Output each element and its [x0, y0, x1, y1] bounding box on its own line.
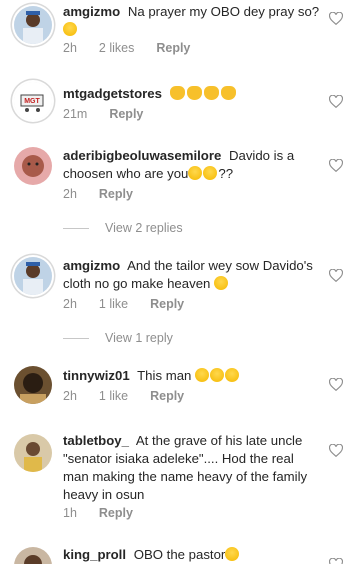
avatar[interactable] [14, 547, 52, 564]
reply-button[interactable]: Reply [99, 187, 133, 201]
reply-button[interactable]: Reply [109, 107, 143, 121]
comment-meta: 1h Reply [63, 506, 155, 520]
comment-username[interactable]: tinnywiz01 [63, 368, 130, 383]
clapping-emoji-icon [203, 86, 219, 100]
reply-button[interactable]: Reply [156, 41, 190, 55]
avatar[interactable] [14, 434, 52, 472]
divider-line [63, 337, 89, 339]
heart-icon[interactable] [329, 558, 343, 564]
comment-username[interactable]: amgizmo [63, 258, 120, 273]
svg-text:MGT: MGT [24, 98, 40, 105]
heart-icon[interactable] [329, 12, 343, 25]
comment-time: 2h [63, 297, 77, 311]
avatar[interactable] [14, 6, 52, 44]
comment-meta: 2h 2 likes Reply [63, 41, 212, 55]
comment-body: amgizmo And the tailor wey sow Davido's … [63, 257, 323, 293]
heart-icon[interactable] [329, 269, 343, 282]
avatar[interactable] [14, 147, 52, 185]
comment-body: tinnywiz01 This man [63, 367, 323, 385]
laughing-emoji-icon [195, 368, 210, 382]
comment-meta: 21m Reply [63, 107, 165, 121]
comment-likes[interactable]: 1 like [99, 297, 128, 311]
avatar[interactable] [14, 257, 52, 295]
laughing-emoji-icon [225, 547, 240, 561]
reply-button[interactable]: Reply [99, 506, 133, 520]
comment-text: OBO the pastor [133, 547, 226, 562]
comment-time: 21m [63, 107, 88, 121]
avatar[interactable]: MGT [14, 82, 52, 120]
avatar[interactable] [14, 366, 52, 404]
comment-meta: 2h Reply [63, 187, 155, 201]
comment-meta: 2h 1 like Reply [63, 389, 206, 403]
reply-button[interactable]: Reply [150, 389, 184, 403]
laughing-emoji-icon [214, 276, 229, 290]
comment-body: amgizmo Na prayer my OBO dey pray so? [63, 3, 323, 39]
comment-body: mtgadgetstores [63, 85, 323, 103]
laughing-emoji-icon [210, 368, 225, 382]
comment-meta: 2h 1 like Reply [63, 297, 206, 311]
comment-body: king_proll OBO the pastor [63, 546, 323, 564]
heart-icon[interactable] [329, 378, 343, 391]
comment-time: 2h [63, 389, 77, 403]
comment-time: 2h [63, 187, 77, 201]
laughing-emoji-icon [203, 166, 218, 180]
comment-text: Na prayer my OBO dey pray so? [127, 4, 320, 19]
laughing-emoji-icon [63, 22, 77, 36]
view-replies-label[interactable]: View 2 replies [105, 221, 183, 235]
heart-icon[interactable] [329, 444, 343, 457]
comment-body: aderibigbeoluwasemilore Davido is a choo… [63, 148, 295, 181]
comment-time: 2h [63, 41, 77, 55]
comment-body: tabletboy_ At the grave of his late uncl… [63, 432, 323, 504]
view-replies-button[interactable]: View 2 replies [63, 221, 183, 235]
comment-likes[interactable]: 2 likes [99, 41, 134, 55]
clapping-emoji-icon [169, 86, 185, 100]
comment-username[interactable]: king_proll [63, 547, 126, 562]
comment-username[interactable]: mtgadgetstores [63, 86, 162, 101]
comment-time: 1h [63, 506, 77, 520]
clapping-emoji-icon [220, 86, 236, 100]
laughing-emoji-icon [188, 166, 203, 180]
divider-line [63, 227, 89, 229]
comment-username[interactable]: aderibigbeoluwasemilore [63, 148, 221, 163]
heart-icon[interactable] [329, 159, 343, 172]
comment-username[interactable]: tabletboy_ [63, 433, 129, 448]
heart-icon[interactable] [329, 95, 343, 108]
view-replies-button[interactable]: View 1 reply [63, 331, 173, 345]
comment-likes[interactable]: 1 like [99, 389, 128, 403]
reply-button[interactable]: Reply [150, 297, 184, 311]
comment-username[interactable]: amgizmo [63, 4, 120, 19]
comment-text: This man [137, 368, 192, 383]
view-replies-label[interactable]: View 1 reply [105, 331, 173, 345]
laughing-emoji-icon [225, 368, 240, 382]
clapping-emoji-icon [186, 86, 202, 100]
